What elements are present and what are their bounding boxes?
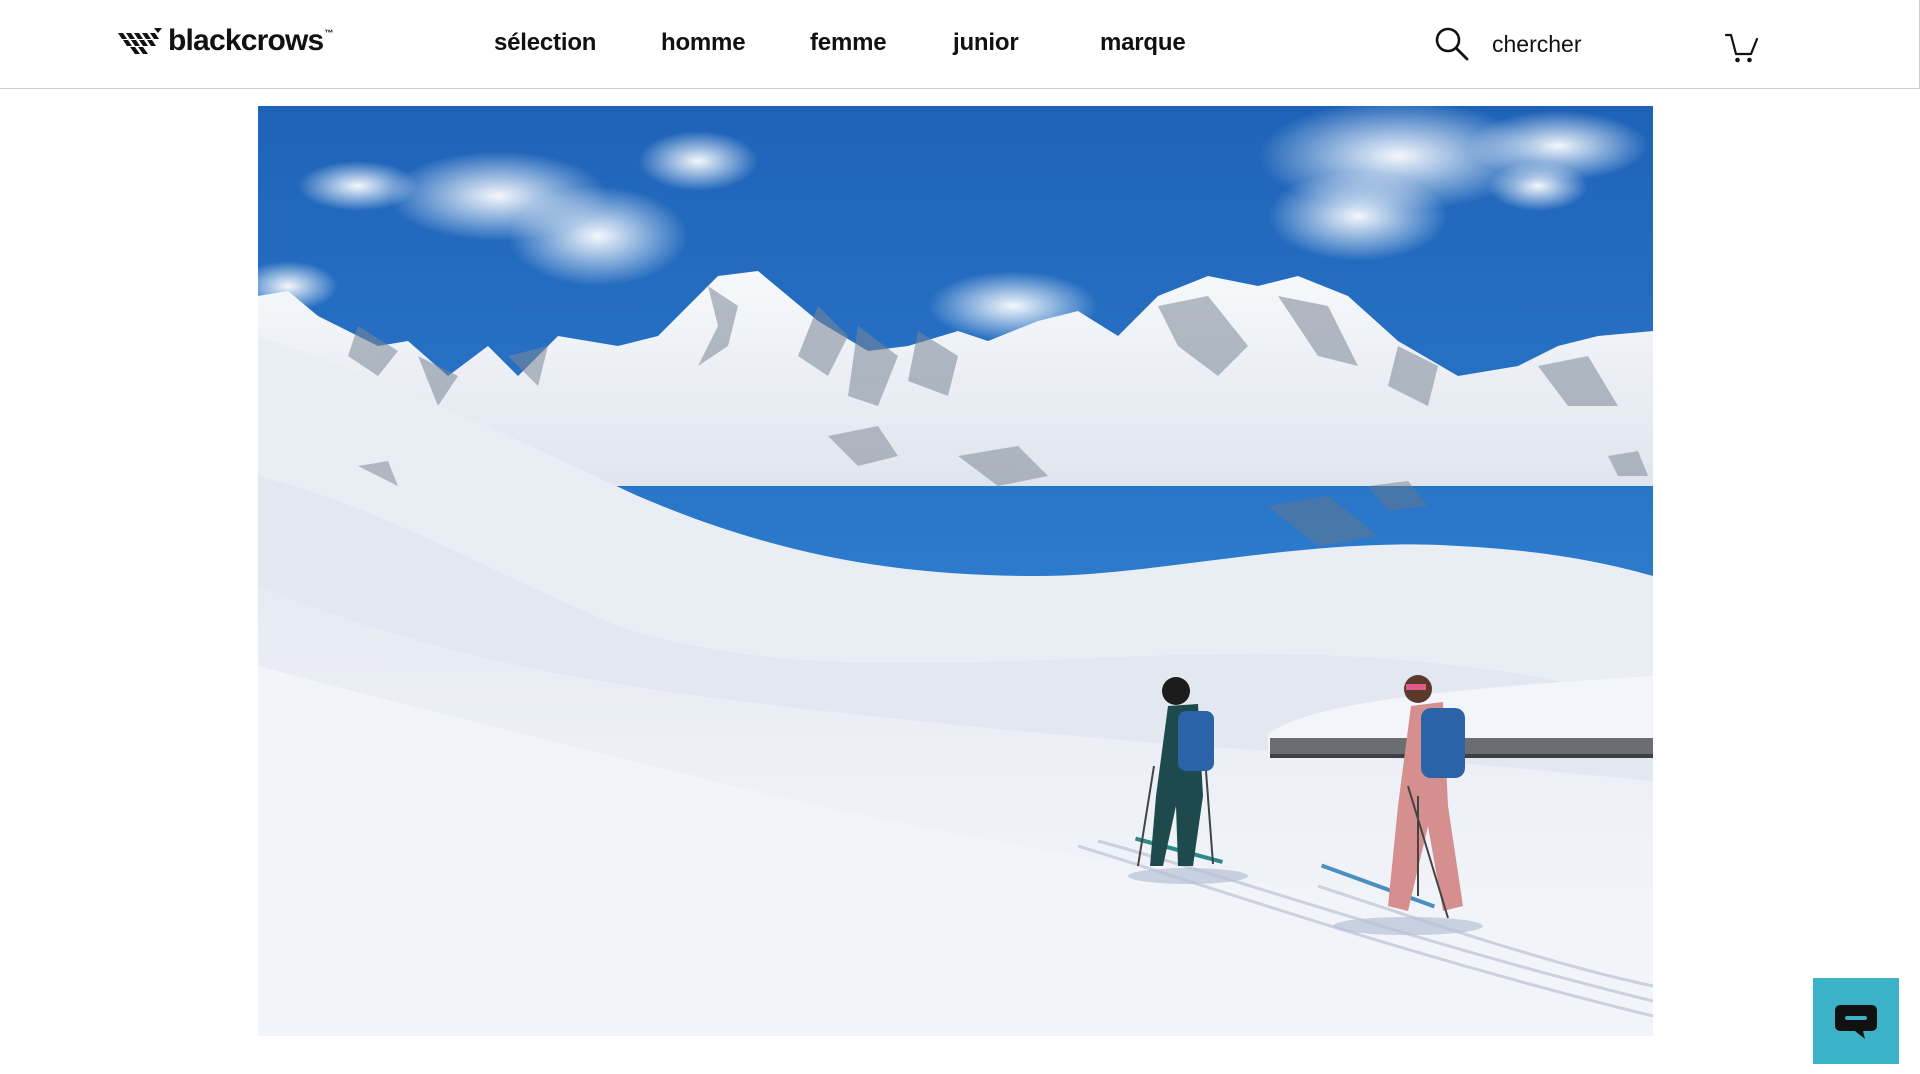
nav-item-homme[interactable]: homme xyxy=(661,29,746,57)
crows-logo-icon xyxy=(118,28,162,54)
page: blackcrows ™ sélection homme femme junio… xyxy=(0,0,1920,1074)
brand-name: blackcrows xyxy=(168,24,324,57)
nav-item-femme[interactable]: femme xyxy=(810,29,887,57)
cart-icon[interactable] xyxy=(1724,30,1760,64)
search-icon[interactable] xyxy=(1434,26,1470,62)
search-input[interactable] xyxy=(1492,30,1692,58)
search-bar xyxy=(1434,24,1692,64)
site-header: blackcrows ™ sélection homme femme junio… xyxy=(0,0,1920,89)
chat-button[interactable] xyxy=(1813,978,1899,1064)
chat-bubble-icon xyxy=(1835,1005,1877,1039)
hero-image xyxy=(258,106,1653,1036)
brand-logo[interactable]: blackcrows ™ xyxy=(118,26,333,56)
ski-touring-photo xyxy=(258,106,1653,1036)
trademark-symbol: ™ xyxy=(324,28,334,38)
nav-item-junior[interactable]: junior xyxy=(953,29,1019,57)
nav-item-selection[interactable]: sélection xyxy=(494,29,596,57)
nav-item-marque[interactable]: marque xyxy=(1100,29,1186,57)
